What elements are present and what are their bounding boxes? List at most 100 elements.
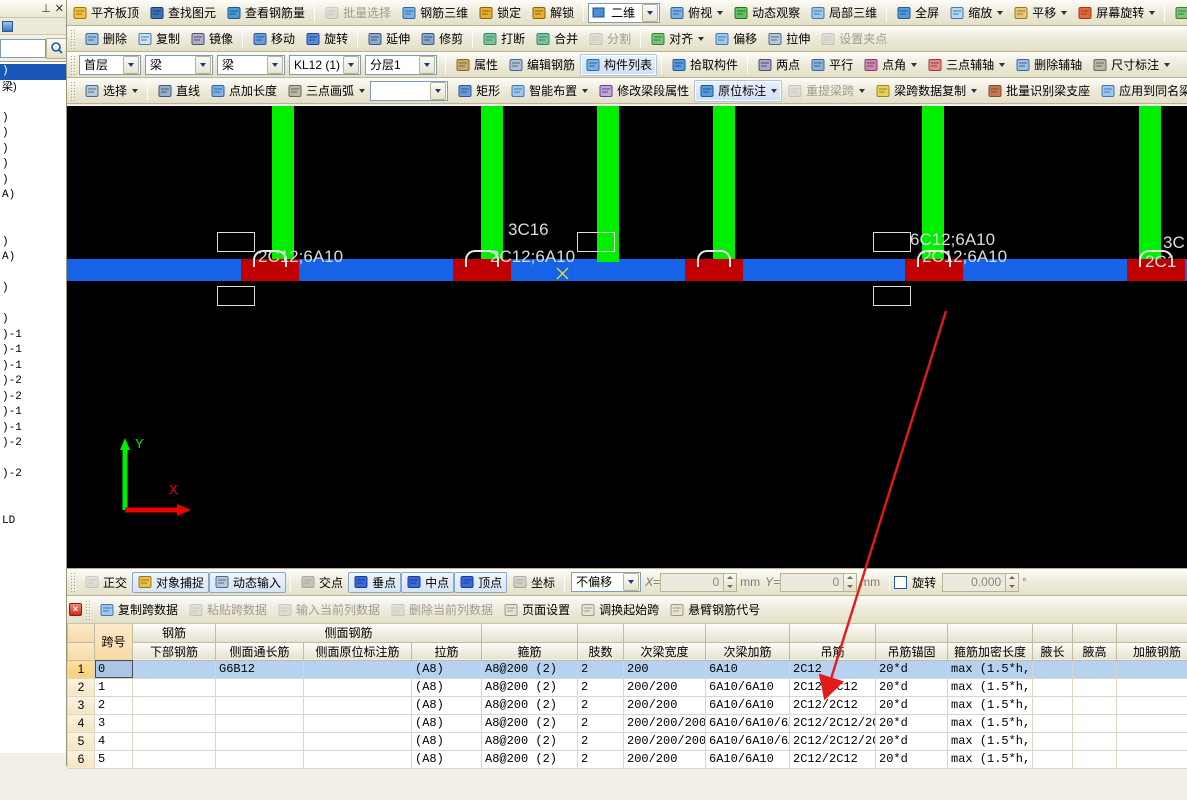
cell-haunch_rebar[interactable] [1117,696,1187,714]
tree-node[interactable]: ) [0,173,66,189]
tree-node[interactable]: ) [0,281,66,297]
draw-modify-beam-segment-button[interactable]: 修改梁段属性 [593,80,694,102]
cell-rownum[interactable]: 4 [68,714,95,732]
column-header-haunch_rebar[interactable]: 加腋钢筋 [1117,642,1187,660]
canvas-annotation[interactable]: 3C [1163,233,1185,253]
cell-sec_beam_rebar[interactable]: 6A10/6A10 [706,678,790,696]
cell-tie[interactable]: (A8) [412,660,482,678]
edit-trim-button[interactable]: 修剪 [415,28,468,50]
tree-node[interactable]: LD [0,514,66,530]
column-header-tie[interactable]: 拉筋 [412,642,482,660]
chevron-down-icon[interactable] [359,89,365,93]
cell-side_inplace[interactable] [304,714,412,732]
column-group-header-side-rebar[interactable]: 侧面钢筋 [216,624,482,642]
column-header-haunch_ht[interactable]: 腋高 [1073,642,1117,660]
tree-node[interactable] [0,95,66,111]
tree-node[interactable] [0,266,66,282]
edit-stretch-button[interactable]: 拉伸 [762,28,815,50]
tree-node[interactable] [0,498,66,514]
tree-node[interactable]: )-1 [0,343,66,359]
draw-mode-dynamic-input-toggle[interactable]: 动态输入 [209,572,286,593]
hanger-rebar[interactable] [697,250,731,267]
selector-floor-dropdown[interactable] [123,56,139,74]
table-corner-header-2[interactable] [68,642,95,660]
draw-line-button[interactable]: 直线 [152,80,205,102]
cell-hanger_anchor[interactable]: 20*d [876,750,948,768]
cell-span_no[interactable]: 2 [95,696,133,714]
offset-mode-dropdown[interactable] [623,573,639,591]
cell-side_through[interactable] [216,714,304,732]
chevron-down-icon[interactable] [717,11,723,15]
search-icon[interactable] [46,38,67,59]
column-group-header-blank[interactable] [624,624,706,642]
toolbar-grip[interactable] [70,55,76,75]
view-screen-rotate-button[interactable]: 屏幕旋转 [1072,2,1160,24]
cell-bottom_rebar[interactable] [133,732,216,750]
main-rebar-3d-button[interactable]: 钢筋三维 [396,2,473,24]
cell-dense_len[interactable]: max (1.5*h, 50 [948,678,1033,696]
edit-copy-button[interactable]: 复制 [132,28,185,50]
search-input[interactable] [0,39,46,58]
draw-batch-identify-support-button[interactable]: 批量识别梁支座 [982,80,1095,102]
cell-haunch_rebar[interactable] [1117,750,1187,768]
canvas-annotation[interactable]: 2C12;6A10 [258,247,343,267]
main-view-rebar-qty-button[interactable]: 查看钢筋量 [221,2,310,24]
column-group-header-blank[interactable] [1033,624,1073,642]
chevron-down-icon[interactable] [771,89,777,93]
cell-haunch_ht[interactable] [1073,732,1117,750]
toolbar-grip[interactable] [70,29,76,49]
cell-haunch_len[interactable] [1033,732,1073,750]
close-icon[interactable]: ✕ [55,2,64,15]
snap-midpoint-snap-toggle[interactable]: 中点 [401,572,454,593]
cell-side_through[interactable] [216,750,304,768]
column-group-header-blank[interactable] [1073,624,1117,642]
cell-hanger[interactable]: 2C12/2C12 [790,678,876,696]
drawing-canvas[interactable]: 2C12;6A103C162C12;6A106C12;6A102C12;6A10… [67,106,1187,568]
cell-side_through[interactable] [216,678,304,696]
snap-perpendicular-snap-toggle[interactable]: 垂点 [348,572,401,593]
cell-sec_beam_width[interactable]: 200/200 [624,750,706,768]
cell-side_inplace[interactable] [304,750,412,768]
chevron-down-icon[interactable] [1164,63,1170,67]
edit-rotate-button[interactable]: 旋转 [300,28,353,50]
edit-merge-button[interactable]: 合并 [530,28,583,50]
annotation-box[interactable] [577,232,615,252]
cell-sec_beam_width[interactable]: 200/200/200 [624,714,706,732]
beam-element[interactable] [67,259,1187,281]
draw-copy-span-data-button[interactable]: 梁跨数据复制 [870,80,982,102]
tree-node[interactable]: 梁) [0,80,66,96]
cell-hanger[interactable]: 2C12/2C12/2C [790,714,876,732]
cell-dense_len[interactable]: max (1.5*h, 50 [948,660,1033,678]
tree-node[interactable]: ) [0,312,66,328]
cell-hanger[interactable]: 2C12/2C12 [790,696,876,714]
cell-stirrup[interactable]: A8@200 (2) [482,678,578,696]
draw-mode-ortho-toggle[interactable]: 正交 [79,572,132,593]
cell-rownum[interactable]: 5 [68,732,95,750]
column-header-side_through[interactable]: 侧面通长筋 [216,642,304,660]
rotate-checkbox[interactable] [894,576,907,589]
main-lock-button[interactable]: 锁定 [473,2,526,24]
canvas-annotation[interactable]: 2C12;6A10 [490,247,575,267]
cell-rownum[interactable]: 2 [68,678,95,696]
view-mode-dropdown[interactable] [642,4,658,22]
view-fullscreen-button[interactable]: 全屏 [891,2,944,24]
annotation-box[interactable] [873,286,911,306]
cell-tie[interactable]: (A8) [412,678,482,696]
chevron-down-icon[interactable] [971,89,977,93]
cell-sec_beam_width[interactable]: 200/200/200 [624,732,706,750]
selector-member[interactable]: KL12 (1) [289,55,361,75]
table-row[interactable]: 54(A8)A8@200 (2)2200/200/2006A10/6A10/6A… [68,732,1187,750]
cell-side_through[interactable] [216,732,304,750]
column-group-header-blank[interactable] [790,624,876,642]
table-row[interactable]: 32(A8)A8@200 (2)2200/2006A10/6A102C12/2C… [68,696,1187,714]
y-coord-spinner[interactable]: 0 [780,573,857,592]
cell-sec_beam_rebar[interactable]: 6A10 [706,660,790,678]
edit-break-button[interactable]: 打断 [477,28,530,50]
cell-haunch_ht[interactable] [1073,696,1117,714]
selector-category[interactable]: 梁 [145,55,213,75]
cell-haunch_rebar[interactable] [1117,660,1187,678]
column-group-header-rebar[interactable]: 钢筋 [133,624,216,642]
cell-dense_len[interactable]: max (1.5*h, 50 [948,732,1033,750]
column-element[interactable] [481,106,503,262]
cell-side_inplace[interactable] [304,732,412,750]
